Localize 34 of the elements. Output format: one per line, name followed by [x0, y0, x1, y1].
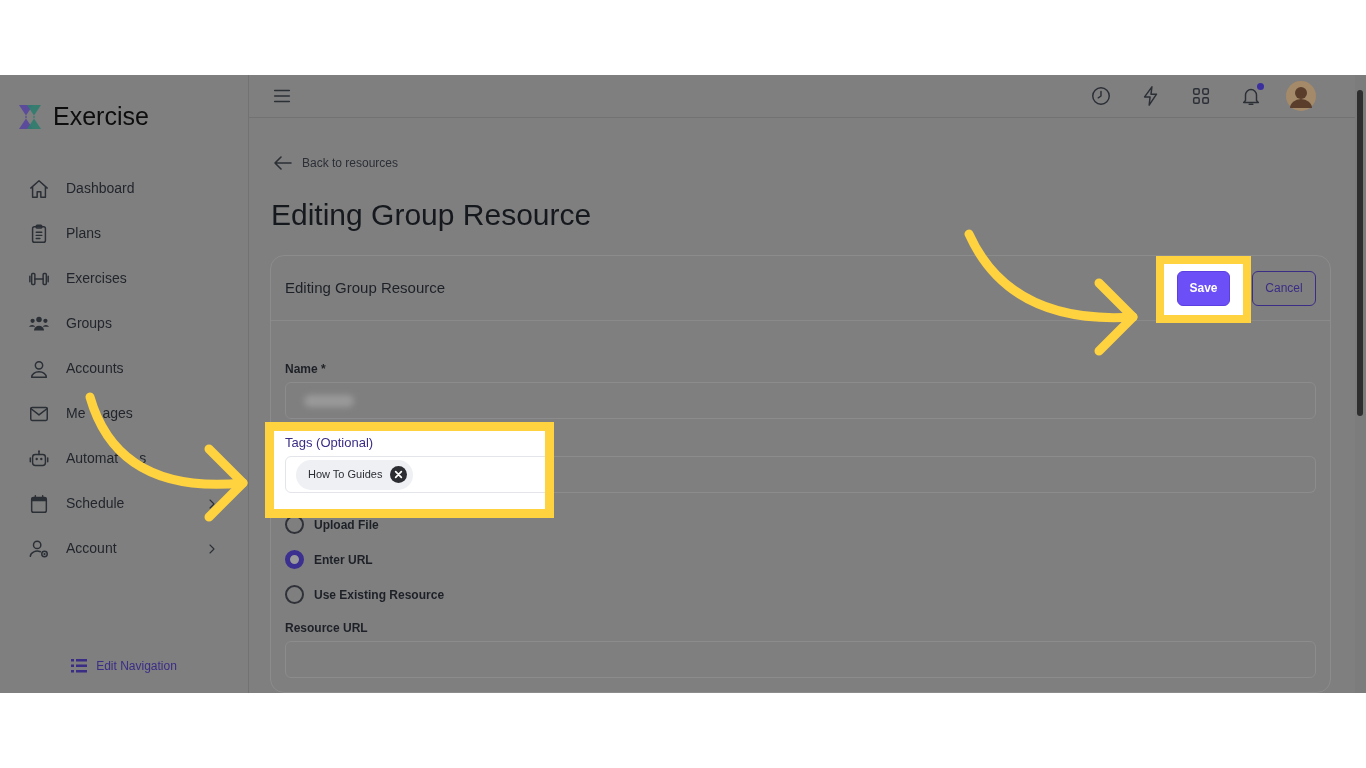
edit-navigation-link[interactable]: Edit Navigation	[71, 657, 177, 675]
sidebar-item[interactable]: Groups	[0, 301, 248, 346]
back-arrow-icon	[274, 156, 292, 170]
sidebar-item[interactable]: Accounts	[0, 346, 248, 391]
remove-tag-icon[interactable]	[390, 466, 408, 483]
sidebar-item[interactable]: Schedule	[0, 481, 248, 526]
save-button[interactable]: Save	[1177, 270, 1230, 306]
field-label: Tags (Optional)	[285, 434, 375, 452]
app-name: Exercise	[53, 101, 149, 133]
tags-field[interactable]: How To Guides	[285, 456, 545, 493]
sidebar-item[interactable]: Exercises	[0, 256, 248, 301]
clock-icon[interactable]	[1090, 85, 1112, 107]
field-label: Resource URL	[285, 620, 369, 637]
sidebar-item[interactable]: Plans	[0, 211, 248, 256]
logo-icon	[17, 103, 43, 131]
radio-option[interactable]: Use Existing Resource	[285, 577, 1316, 612]
calendar-icon	[28, 492, 50, 515]
tag-chip: How To Guides	[296, 459, 414, 490]
avatar[interactable]	[1286, 81, 1316, 111]
apps-icon[interactable]	[1190, 85, 1212, 107]
list-icon	[71, 659, 88, 673]
field-label: Name *	[285, 361, 327, 378]
radio-option[interactable]: Enter URL	[285, 542, 1316, 577]
tags-field[interactable]	[554, 456, 1316, 493]
text-field[interactable]	[285, 382, 1316, 419]
back-link[interactable]: Back to resources	[274, 154, 1331, 172]
sidebar-item[interactable]: Dashboard	[0, 166, 248, 211]
cancel-button[interactable]: Cancel	[1252, 270, 1316, 306]
sidebar-item[interactable]: Me ages	[0, 391, 248, 436]
home-icon	[28, 177, 50, 200]
scrollbar-thumb[interactable]	[1357, 90, 1363, 416]
sidebar-item[interactable]: Account	[0, 526, 248, 571]
card-title: Editing Group Resource	[285, 277, 447, 298]
page-title: Editing Group Resource	[271, 197, 593, 233]
